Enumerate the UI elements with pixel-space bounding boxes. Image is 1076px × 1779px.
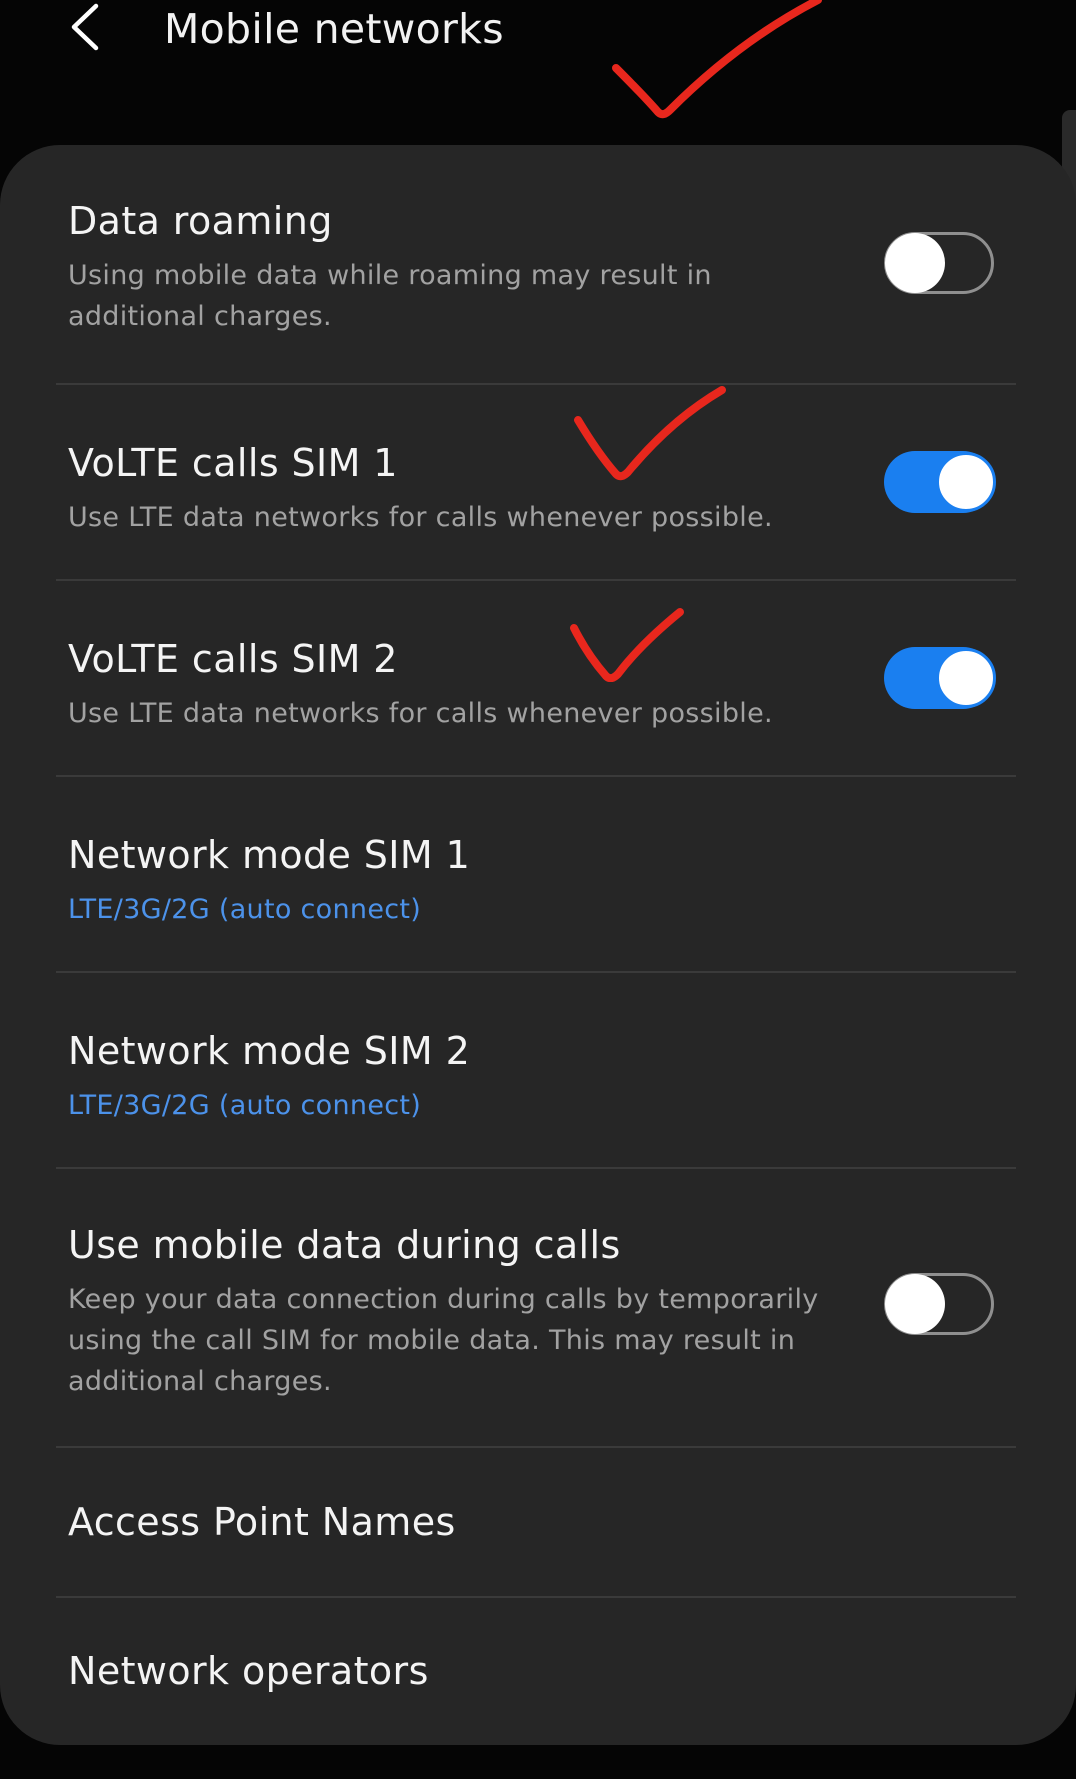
setting-title: VoLTE calls SIM 2 — [68, 637, 398, 681]
setting-network-mode-sim1[interactable]: Network mode SIM 1 LTE/3G/2G (auto conne… — [0, 777, 1076, 971]
setting-subtitle: Keep your data connection during calls b… — [68, 1284, 819, 1397]
toggle-knob — [885, 233, 945, 293]
setting-value: LTE/3G/2G (auto connect) — [68, 1090, 422, 1121]
setting-title: Access Point Names — [68, 1500, 456, 1544]
setting-title: Network mode SIM 2 — [68, 1029, 471, 1073]
setting-title: Network operators — [68, 1649, 429, 1693]
mobile-data-calls-toggle[interactable] — [884, 1273, 994, 1335]
setting-subtitle: Use LTE data networks for calls whenever… — [68, 502, 773, 533]
setting-access-point-names[interactable]: Access Point Names — [0, 1448, 1076, 1596]
setting-title: Use mobile data during calls — [68, 1223, 621, 1267]
settings-card: Data roaming Using mobile data while roa… — [0, 145, 1076, 1745]
setting-volte-sim2[interactable]: VoLTE calls SIM 2 Use LTE data networks … — [0, 581, 1076, 775]
page-title: Mobile networks — [164, 5, 504, 53]
setting-subtitle: Using mobile data while roaming may resu… — [68, 260, 712, 332]
setting-network-operators[interactable]: Network operators — [0, 1598, 1076, 1745]
setting-volte-sim1[interactable]: VoLTE calls SIM 1 Use LTE data networks … — [0, 385, 1076, 579]
toggle-knob — [936, 452, 996, 512]
header: Mobile networks — [0, 0, 1076, 140]
setting-mobile-data-during-calls[interactable]: Use mobile data during calls Keep your d… — [0, 1169, 1076, 1446]
volte-sim2-toggle[interactable] — [884, 647, 996, 709]
data-roaming-toggle[interactable] — [884, 232, 994, 294]
back-button[interactable] — [60, 0, 120, 60]
volte-sim1-toggle[interactable] — [884, 451, 996, 513]
setting-data-roaming[interactable]: Data roaming Using mobile data while roa… — [0, 145, 1076, 383]
toggle-knob — [936, 648, 996, 708]
setting-title: Network mode SIM 1 — [68, 833, 471, 877]
setting-value: LTE/3G/2G (auto connect) — [68, 894, 422, 925]
setting-title: Data roaming — [68, 199, 333, 243]
chevron-left-icon — [71, 3, 99, 51]
toggle-knob — [885, 1274, 945, 1334]
setting-network-mode-sim2[interactable]: Network mode SIM 2 LTE/3G/2G (auto conne… — [0, 973, 1076, 1167]
setting-title: VoLTE calls SIM 1 — [68, 441, 398, 485]
setting-subtitle: Use LTE data networks for calls whenever… — [68, 698, 773, 729]
